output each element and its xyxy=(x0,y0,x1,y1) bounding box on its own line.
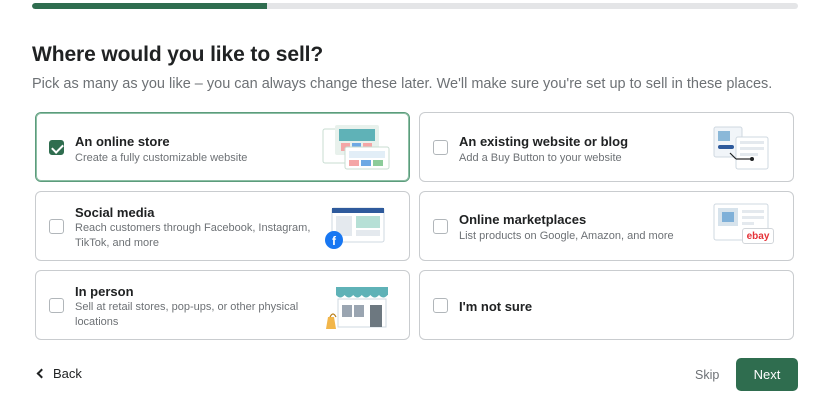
skip-button[interactable]: Skip xyxy=(695,368,719,382)
storefront-illustration-icon xyxy=(326,287,388,329)
option-existing-website[interactable]: An existing website or blog Add a Buy Bu… xyxy=(419,112,794,182)
ebay-badge: ebay xyxy=(742,228,774,244)
checkbox-existing-website[interactable] xyxy=(433,140,448,155)
option-title: Social media xyxy=(75,205,155,220)
option-description: Sell at retail stores, pop-ups, or other… xyxy=(75,301,299,328)
chevron-left-icon xyxy=(36,368,47,379)
option-description: List products on Google, Amazon, and mor… xyxy=(459,230,674,242)
option-title: In person xyxy=(75,284,134,299)
page-subtitle: Pick as many as you like – you can alway… xyxy=(32,76,773,92)
online-store-illustration-icon xyxy=(322,125,390,170)
option-online-store[interactable]: An online store Create a fully customiza… xyxy=(35,112,410,182)
buy-button-illustration-icon xyxy=(713,126,769,170)
option-not-sure[interactable]: I'm not sure xyxy=(419,270,794,340)
progress-bar xyxy=(32,3,798,9)
option-description: Reach customers through Facebook, Instag… xyxy=(75,222,311,249)
option-title: Online marketplaces xyxy=(459,212,587,227)
option-in-person[interactable]: In person Sell at retail stores, pop-ups… xyxy=(35,270,410,340)
checkbox-in-person[interactable] xyxy=(49,298,64,313)
checkbox-online-store[interactable] xyxy=(49,140,64,155)
option-social-media[interactable]: Social media Reach customers through Fac… xyxy=(35,191,410,261)
back-button[interactable]: Back xyxy=(36,366,82,381)
back-label: Back xyxy=(53,366,82,381)
option-description: Add a Buy Button to your website xyxy=(459,152,622,164)
marketplace-illustration-icon: ebay xyxy=(712,202,774,250)
next-button[interactable]: Next xyxy=(736,358,798,391)
social-media-illustration-icon: f xyxy=(325,207,385,249)
option-title: An online store xyxy=(75,134,170,149)
option-title: I'm not sure xyxy=(459,299,533,314)
checkbox-online-marketplaces[interactable] xyxy=(433,219,448,234)
checkbox-social-media[interactable] xyxy=(49,219,64,234)
progress-bar-fill xyxy=(32,3,268,9)
option-title: An existing website or blog xyxy=(459,134,629,149)
option-online-marketplaces[interactable]: Online marketplaces List products on Goo… xyxy=(419,191,794,261)
option-description: Create a fully customizable website xyxy=(75,152,248,164)
checkbox-not-sure[interactable] xyxy=(433,298,448,313)
page-title: Where would you like to sell? xyxy=(32,43,324,66)
